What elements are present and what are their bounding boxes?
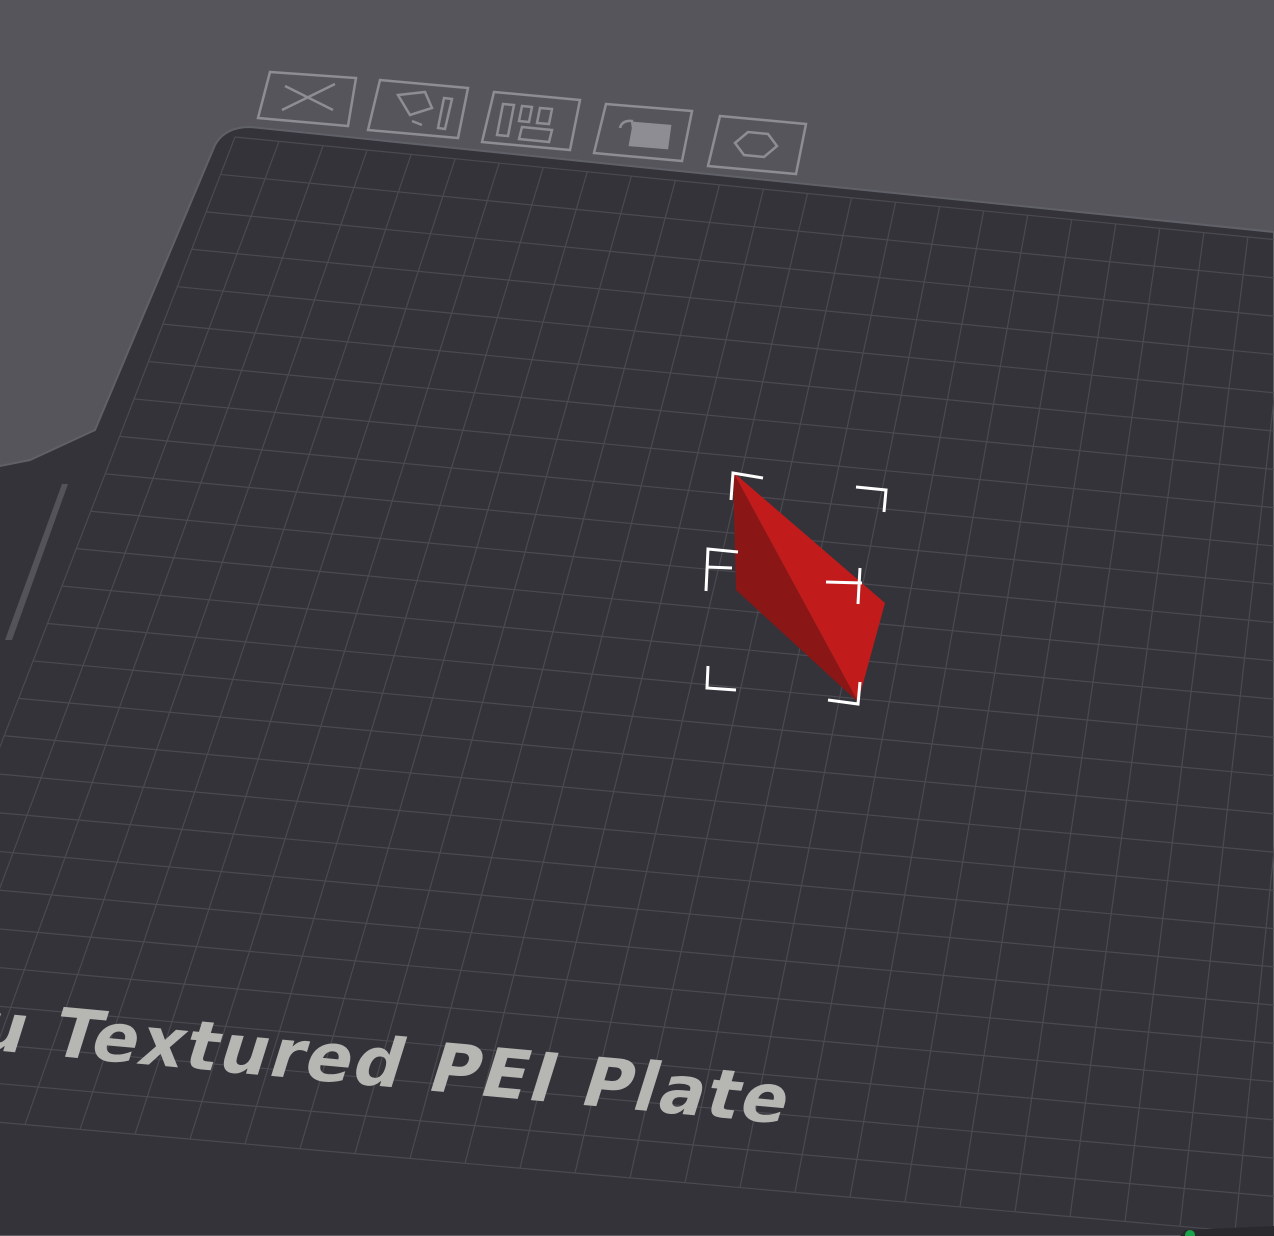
3d-viewport[interactable]: Bambu Textured PEI Plate [0, 0, 1274, 1236]
